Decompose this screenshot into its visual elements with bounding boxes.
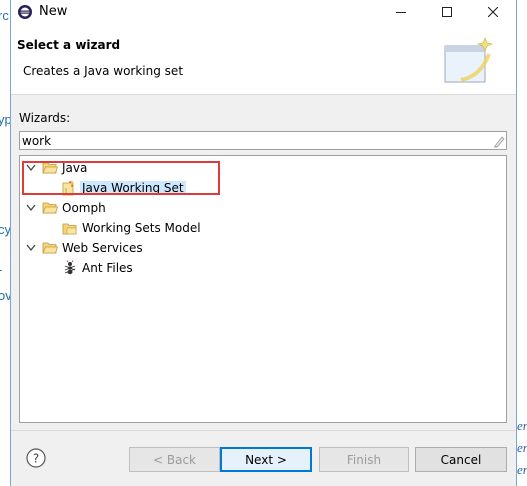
clear-filter-icon[interactable] [492,134,506,148]
background-text: er [517,462,527,477]
button-bar-separator [11,430,516,431]
tree-item-label: Web Services [62,241,143,255]
finish-button[interactable]: Finish [319,447,409,472]
background-text: er [517,440,527,455]
minimize-button[interactable] [378,0,424,24]
wizard-banner-icon [444,37,494,83]
folder-open-icon [42,242,58,254]
back-button[interactable]: < Back [129,447,220,472]
wizard-filter-field[interactable] [19,131,507,150]
maximize-button[interactable] [424,0,470,24]
tree-item-oomph[interactable]: Oomph [24,198,106,218]
background-text: - [0,262,2,277]
working-sets-model-icon [62,223,77,235]
minimize-icon [396,12,406,13]
tree-item-web-services[interactable]: Web Services [24,238,143,258]
header-description: Creates a Java working set [23,64,184,78]
wizards-label: Wizards: [19,111,71,125]
tree-item-ant-files[interactable]: Ant Files [62,258,133,278]
chevron-down-icon[interactable] [24,201,38,215]
close-button[interactable] [470,0,516,24]
title-bar[interactable]: New [11,0,516,24]
maximize-icon [442,7,452,17]
eclipse-icon [18,5,32,19]
cancel-button[interactable]: Cancel [415,447,507,472]
tree-item-label: Ant Files [82,261,133,275]
new-wizard-dialog: New Select a wizard Creates a Java worki… [10,0,517,486]
window-title: New [39,4,68,19]
next-button[interactable]: Next > [220,447,312,472]
ant-icon [64,260,76,275]
tree-item-label: Oomph [62,201,106,215]
highlight-annotation-box [22,161,220,195]
background-left-edge: rc yp cy - ov [0,0,12,486]
tree-item-working-sets-model[interactable]: Working Sets Model [62,218,201,238]
background-text: er [517,418,527,433]
background-text: rc [0,8,9,23]
chevron-down-icon[interactable] [24,241,38,255]
wizard-tree[interactable]: Java J Java Working Set Oomph Working Se… [19,155,507,423]
close-icon [488,7,498,17]
wizard-filter-input[interactable] [20,132,482,149]
folder-open-icon [42,202,58,214]
header-title: Select a wizard [17,38,121,52]
svg-text:?: ? [33,452,39,466]
wizard-header: Select a wizard Creates a Java working s… [11,24,516,95]
tree-item-label: Working Sets Model [82,221,201,235]
help-icon[interactable]: ? [26,448,46,468]
